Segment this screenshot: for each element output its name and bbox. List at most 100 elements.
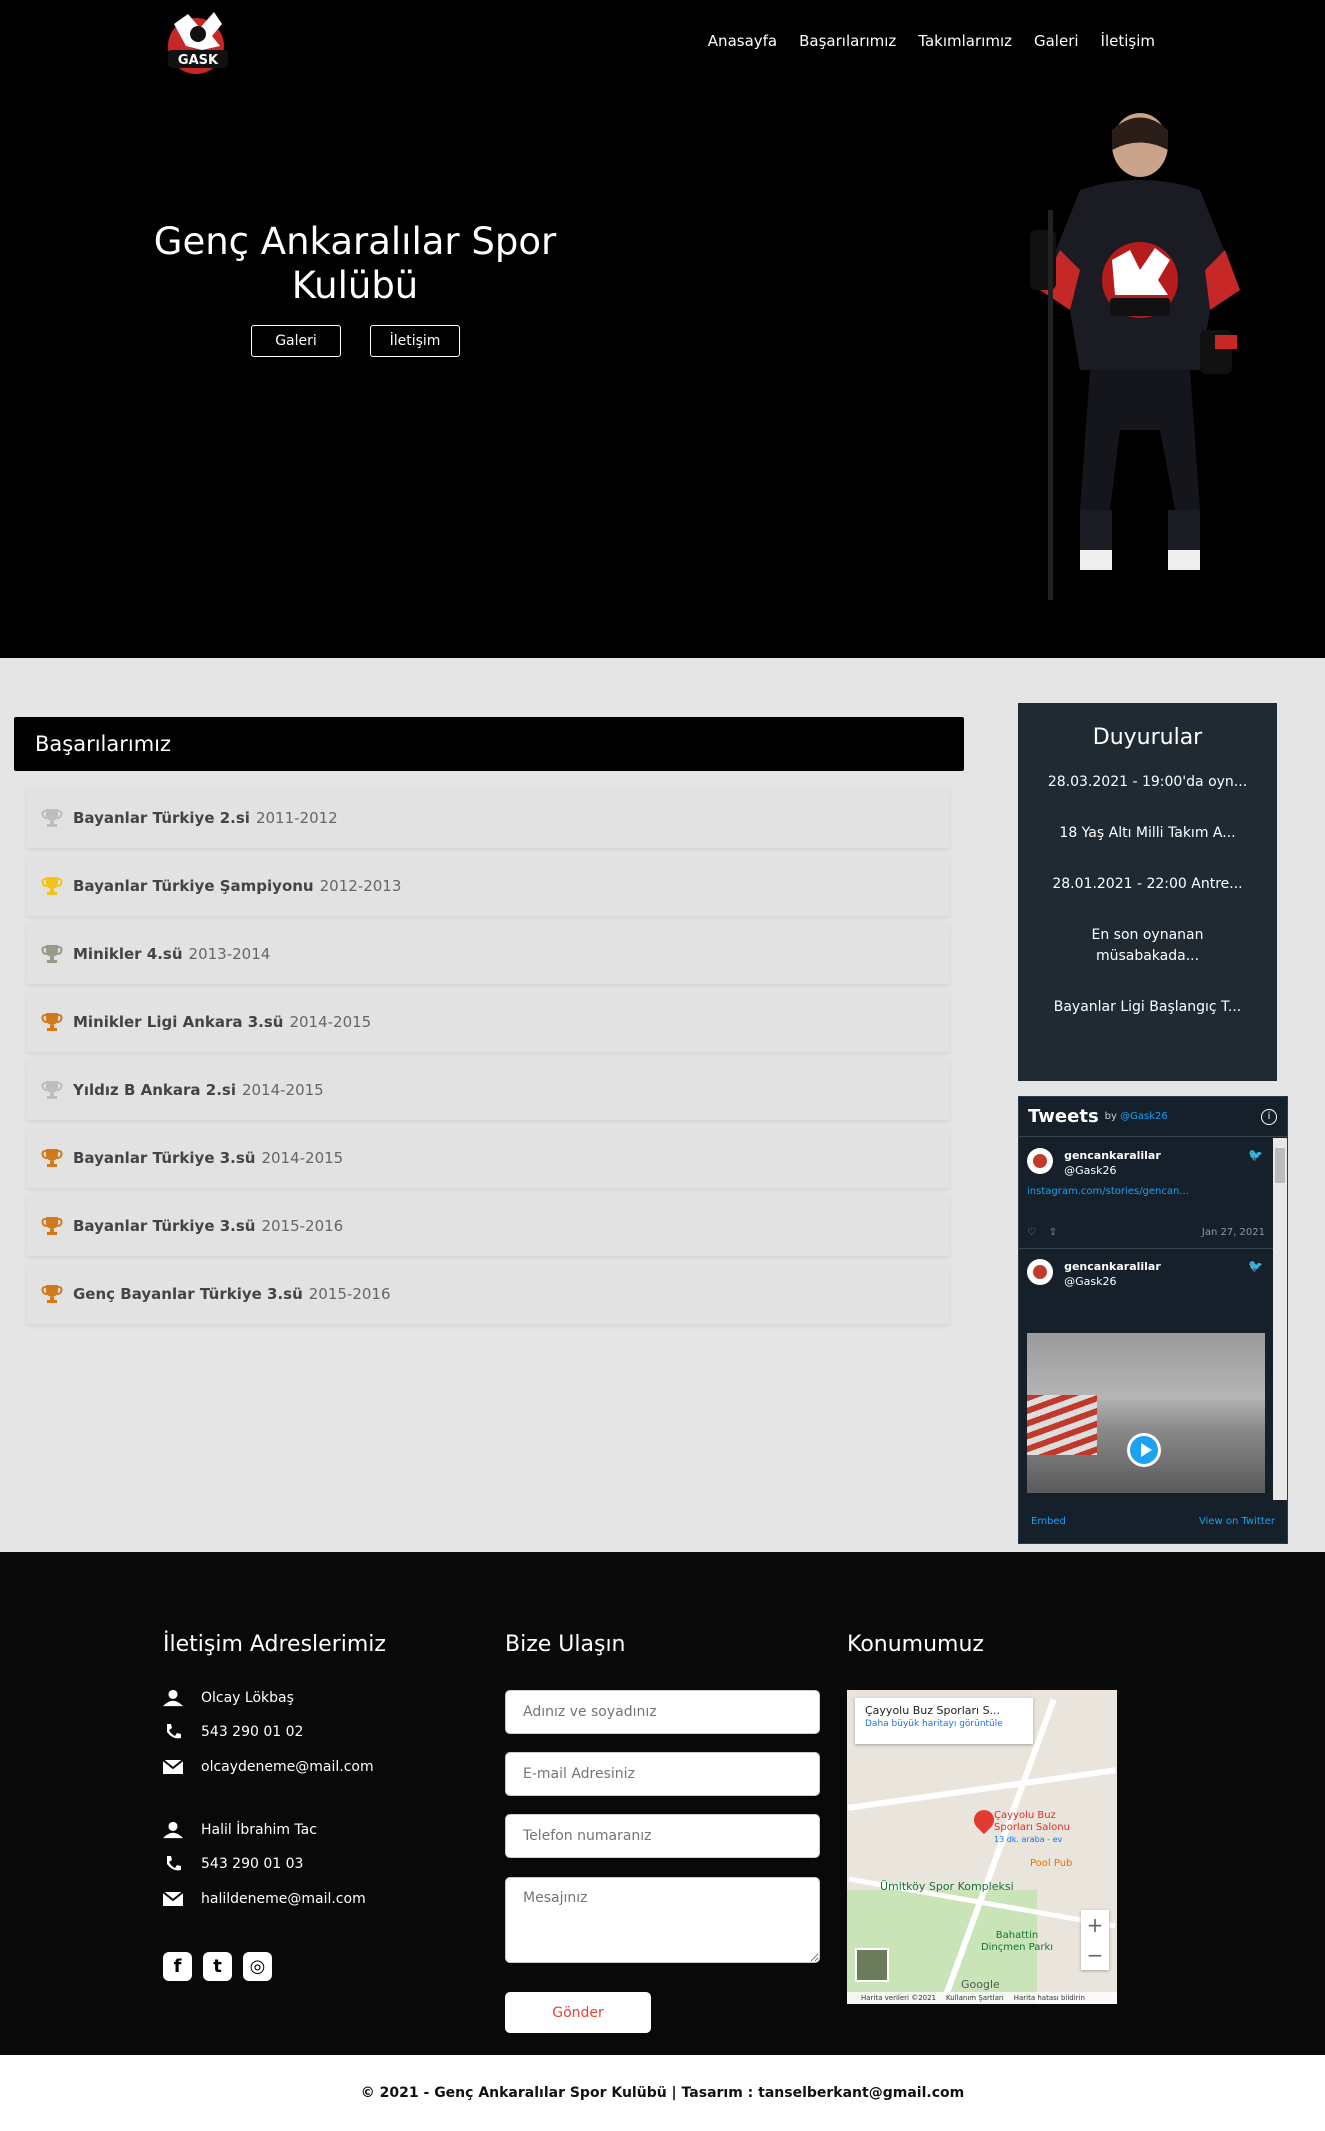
- embed-link[interactable]: Embed: [1031, 1516, 1066, 1527]
- contact-email[interactable]: olcaydeneme@mail.com: [201, 1759, 374, 1775]
- nav-teams[interactable]: Takımlarımız: [918, 32, 1012, 50]
- map-terms-link[interactable]: Kullanım Şartları: [946, 1994, 1004, 2002]
- announcement-item[interactable]: Bayanlar Ligi Başlangıç T...: [1018, 997, 1277, 1018]
- contact-phone[interactable]: 543 290 01 02: [201, 1724, 303, 1740]
- nav-gallery[interactable]: Galeri: [1034, 32, 1079, 50]
- mail-icon: [163, 1757, 183, 1777]
- gallery-button[interactable]: Galeri: [251, 325, 341, 357]
- contact-email-2: halildeneme@mail.com: [163, 1889, 366, 1909]
- twitter-widget: Tweets by @Gask26 i gencankaralilar @Gask…: [1018, 1096, 1288, 1544]
- map-pin-sub: 13 dk. araba - ev: [994, 1835, 1063, 1844]
- nav-achievements[interactable]: Başarılarımız: [799, 32, 896, 50]
- map-road: [847, 1767, 1117, 1811]
- achievement-years: 2015-2016: [308, 1285, 391, 1303]
- view-on-twitter-link[interactable]: View on Twitter: [1199, 1516, 1275, 1527]
- twitter-icon[interactable]: t: [203, 1952, 232, 1981]
- tweet-author-handle: @Gask26: [1064, 1275, 1117, 1288]
- achievement-item: Minikler 4.sü 2013-2014: [27, 924, 949, 984]
- contact-name: Olcay Lökbaş: [201, 1690, 294, 1706]
- info-icon[interactable]: i: [1261, 1109, 1277, 1125]
- tweets-title: Tweets: [1028, 1106, 1099, 1127]
- zoom-out-icon[interactable]: −: [1081, 1940, 1109, 1970]
- map-umitkoy-label: Ümitköy Spor Kompleksi: [880, 1880, 1014, 1893]
- contact-phone-2: 543 290 01 03: [163, 1854, 303, 1874]
- map-title: Konumumuz: [847, 1632, 984, 1657]
- social-links: f t ◎: [163, 1952, 272, 1981]
- map-report-link[interactable]: Harita hatası bildirin: [1014, 1994, 1085, 2002]
- tweets-feed[interactable]: gencankaralilar @Gask26 🐦 instagram.com/s…: [1019, 1138, 1273, 1500]
- phone-icon: [163, 1722, 183, 1742]
- tweet[interactable]: gencankaralilar @Gask26 🐦: [1019, 1249, 1273, 1500]
- trophy-icon: [41, 1081, 63, 1099]
- announcement-item[interactable]: En son oynanan müsabakada...: [1018, 925, 1277, 967]
- twitter-footer: Embed View on Twitter: [1019, 1499, 1287, 1543]
- announcement-item[interactable]: 28.01.2021 - 22:00 Antre...: [1018, 874, 1277, 895]
- facebook-icon[interactable]: f: [163, 1952, 192, 1981]
- map-park-label: Bahattin Dinçmen Parkı: [980, 1930, 1054, 1953]
- phone-input[interactable]: [505, 1814, 820, 1858]
- trophy-icon: [41, 1149, 63, 1167]
- map-pin-name: Çayyolu Buz Sporları Salonu: [994, 1810, 1070, 1833]
- user-icon: [163, 1820, 183, 1840]
- club-logo[interactable]: GASK: [160, 6, 238, 80]
- announcement-item[interactable]: 28.03.2021 - 19:00'da oyn...: [1018, 772, 1277, 793]
- share-icon[interactable]: ⇪: [1049, 1227, 1057, 1238]
- name-input[interactable]: [505, 1690, 820, 1734]
- announcements-panel: Duyurular 28.03.2021 - 19:00'da oyn... 1…: [1018, 703, 1277, 1081]
- message-input[interactable]: [505, 1877, 820, 1963]
- nav-home[interactable]: Anasayfa: [708, 32, 777, 50]
- contact-phone[interactable]: 543 290 01 03: [201, 1856, 303, 1872]
- contact-button[interactable]: İletişim: [370, 325, 460, 357]
- tweet-date[interactable]: Jan 27, 2021: [1202, 1227, 1265, 1238]
- achievement-item: Genç Bayanlar Türkiye 3.sü 2015-2016: [27, 1264, 949, 1324]
- trophy-icon: [41, 877, 63, 895]
- achievement-item: Minikler Ligi Ankara 3.sü 2014-2015: [27, 992, 949, 1052]
- copyright: © 2021 - Genç Ankaralılar Spor Kulübü | …: [0, 2055, 1325, 2131]
- like-icon[interactable]: ♡: [1027, 1227, 1036, 1238]
- zoom-in-icon[interactable]: +: [1081, 1910, 1109, 1940]
- trophy-icon: [41, 1285, 63, 1303]
- location-map[interactable]: Çayyolu Buz Sporları S... Daha büyük har…: [847, 1690, 1117, 2004]
- tweet-author[interactable]: gencankaralilar @Gask26: [1064, 1259, 1161, 1289]
- play-icon[interactable]: [1127, 1433, 1161, 1467]
- twitter-bird-icon: 🐦: [1248, 1148, 1263, 1162]
- email-input[interactable]: [505, 1752, 820, 1796]
- tweet-author-name: gencankaralilar: [1064, 1260, 1161, 1273]
- map-place-card: Çayyolu Buz Sporları S... Daha büyük har…: [855, 1698, 1033, 1744]
- achievements-list: Bayanlar Türkiye 2.si 2011-2012 Bayanlar T…: [27, 788, 949, 1332]
- user-icon: [163, 1688, 183, 1708]
- trophy-icon: [41, 1013, 63, 1031]
- send-button[interactable]: Gönder: [505, 1992, 651, 2033]
- logo-text: GASK: [178, 53, 219, 68]
- tweet-video[interactable]: [1027, 1333, 1265, 1493]
- tweet[interactable]: gencankaralilar @Gask26 🐦 instagram.com/s…: [1019, 1138, 1273, 1249]
- form-title: Bize Ulaşın: [505, 1632, 626, 1657]
- larger-map-link[interactable]: Daha büyük haritayı görüntüle: [865, 1719, 1023, 1729]
- instagram-icon[interactable]: ◎: [243, 1952, 272, 1981]
- footer: İletişim Adreslerimiz Olcay Lökbaş 543 2…: [0, 1552, 1325, 2055]
- avatar[interactable]: [1027, 1148, 1053, 1174]
- tweet-link[interactable]: instagram.com/stories/gencan...: [1027, 1186, 1265, 1197]
- contact-email-1: olcaydeneme@mail.com: [163, 1757, 374, 1777]
- map-satellite-thumbnail[interactable]: [855, 1948, 889, 1982]
- achievement-item: Bayanlar Türkiye 3.sü 2014-2015: [27, 1128, 949, 1188]
- scrollbar-thumb[interactable]: [1275, 1148, 1285, 1183]
- achievement-years: 2015-2016: [261, 1217, 344, 1235]
- achievement-item: Bayanlar Türkiye 2.si 2011-2012: [27, 788, 949, 848]
- tweet-meta: ♡ ⇪ Jan 27, 2021: [1027, 1227, 1265, 1238]
- google-logo: Google: [961, 1978, 1000, 1991]
- twitter-handle-link[interactable]: @Gask26: [1120, 1111, 1168, 1122]
- nav-contact[interactable]: İletişim: [1101, 32, 1155, 50]
- avatar[interactable]: [1027, 1259, 1053, 1285]
- middle-section: Başarılarımız Bayanlar Türkiye 2.si 2011-…: [0, 658, 1325, 1552]
- contact-email[interactable]: halildeneme@mail.com: [201, 1891, 366, 1907]
- achievement-name: Bayanlar Türkiye 2.si: [73, 809, 250, 827]
- scrollbar[interactable]: [1273, 1138, 1287, 1500]
- tweet-author-name: gencankaralilar: [1064, 1149, 1161, 1162]
- achievement-years: 2014-2015: [289, 1013, 372, 1031]
- achievement-name: Minikler Ligi Ankara 3.sü: [73, 1013, 284, 1031]
- achievement-item: Yıldız B Ankara 2.si 2014-2015: [27, 1060, 949, 1120]
- contact-phone-1: 543 290 01 02: [163, 1722, 303, 1742]
- tweet-author[interactable]: gencankaralilar @Gask26: [1064, 1148, 1161, 1178]
- announcement-item[interactable]: 18 Yaş Altı Milli Takım A...: [1018, 823, 1277, 844]
